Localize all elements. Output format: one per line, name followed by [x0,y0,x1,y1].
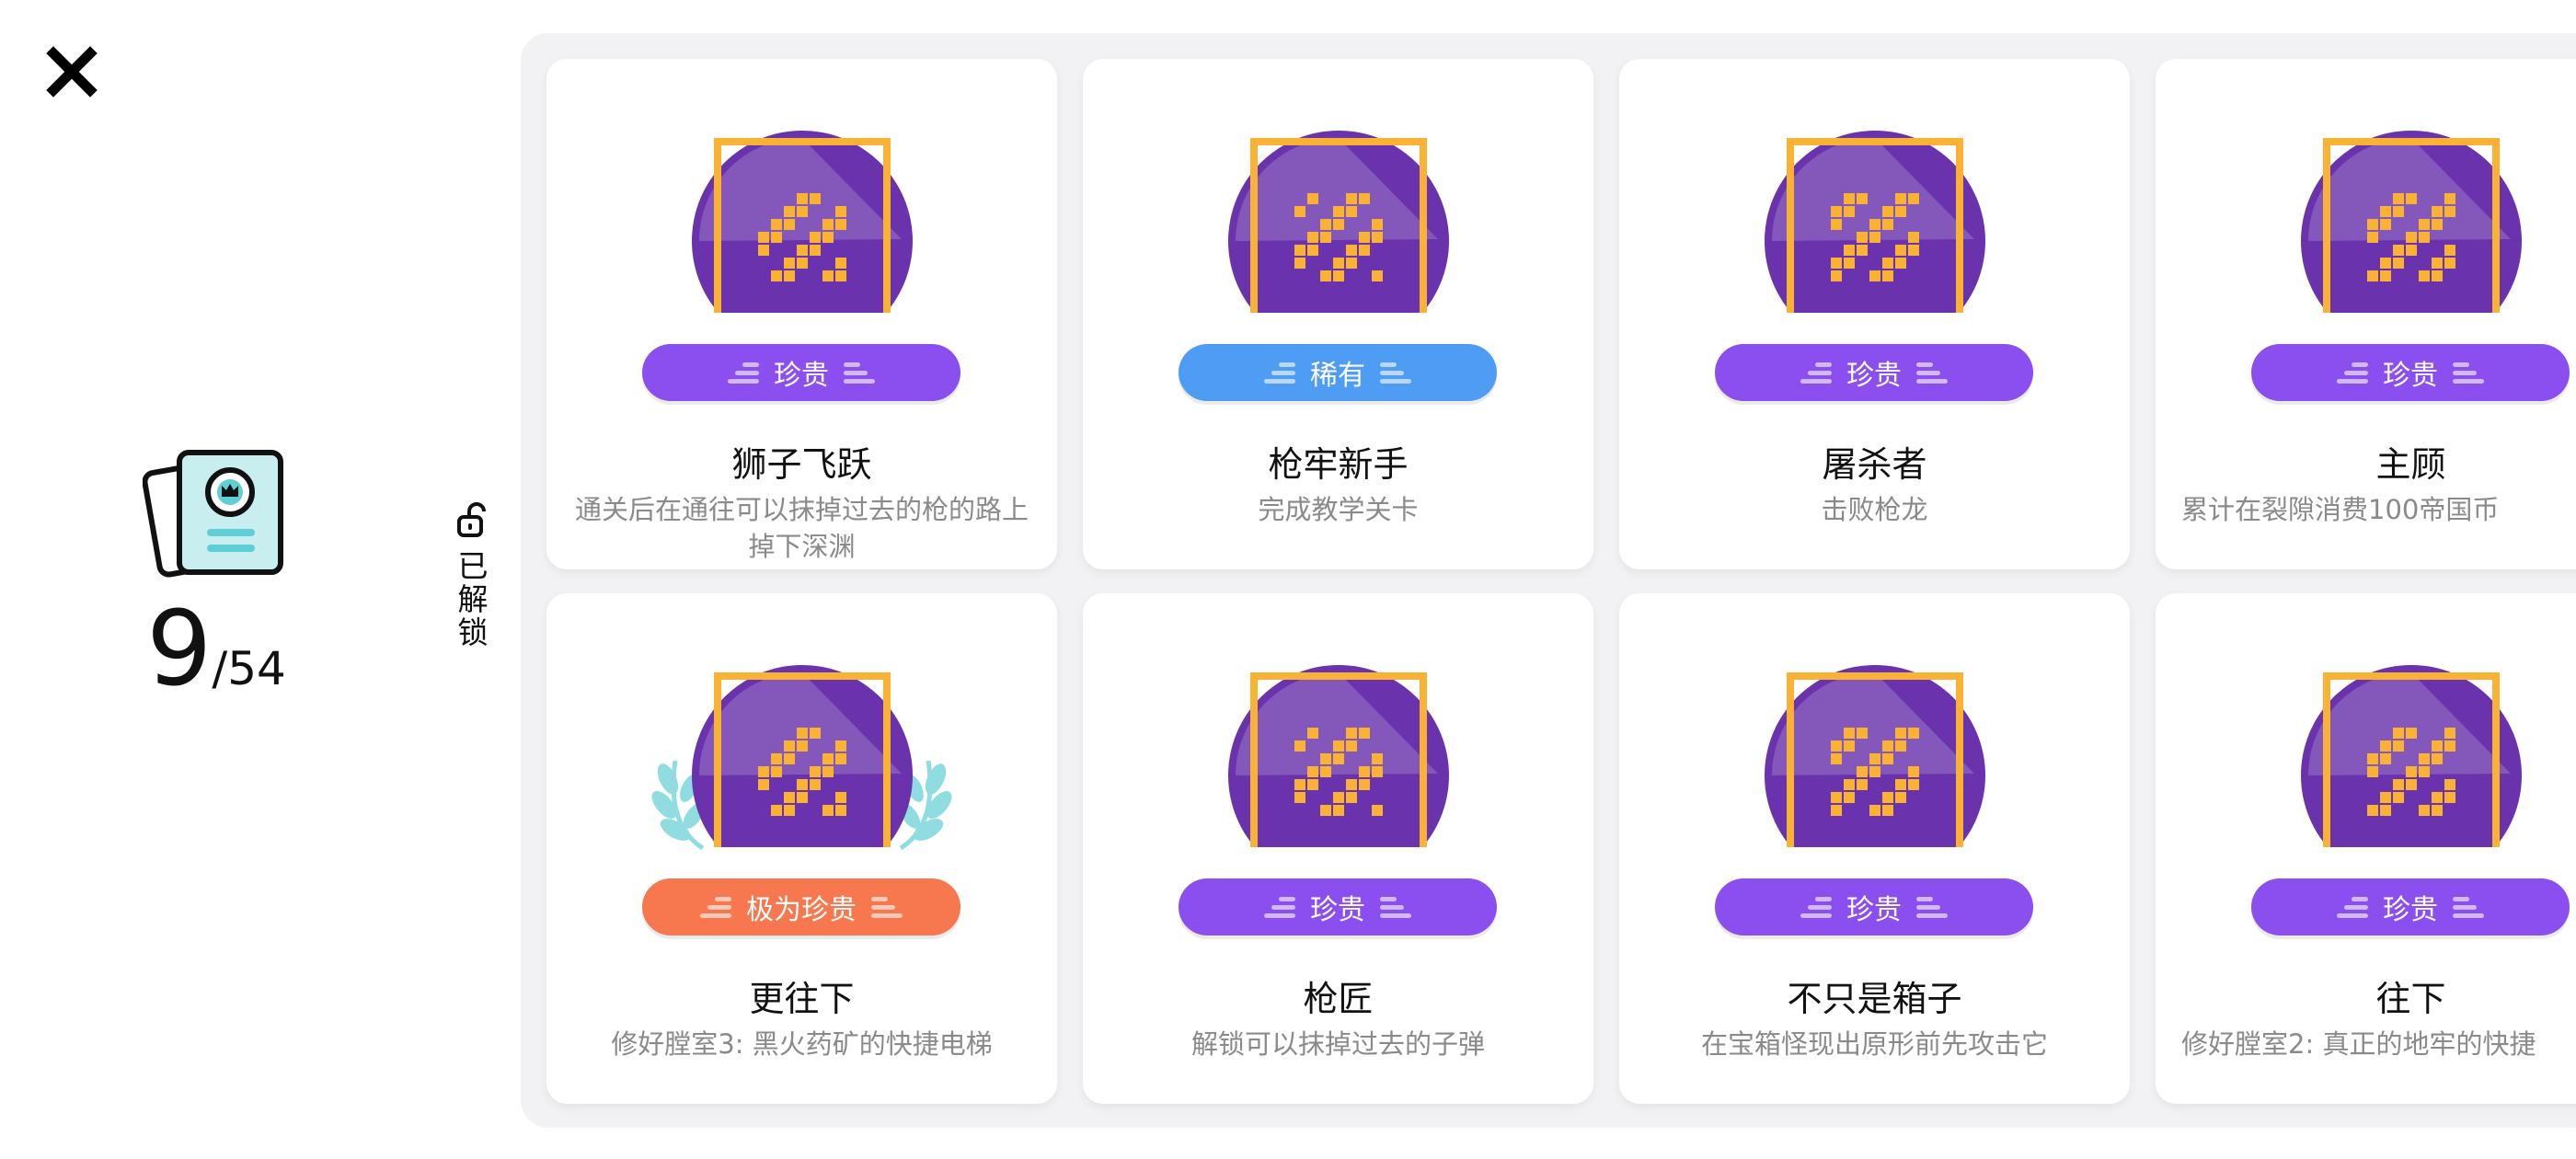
rarity-label: 珍贵 [1310,894,1365,926]
achievement-card[interactable]: 稀有枪牢新手完成教学关卡 [1083,59,1593,569]
achievement-title: 主顾 [2375,444,2446,485]
bullet-smith-icon [1227,665,1449,847]
stripes-icon [1380,896,1411,918]
rarity-badge: 稀有 [1179,344,1497,401]
achievement-title: 狮子飞跃 [731,444,872,485]
achievement-card[interactable]: 珍贵往下修好膛室2: 真正的地牢的快捷 [2156,593,2576,1104]
rarity-badge: 珍贵 [1715,878,2033,935]
badge-area [1619,129,2130,313]
achievement-description: 在宝箱怪现出原形前先攻击它 [1700,1028,2048,1060]
achievement-description: 击败枪龙 [1821,494,1928,525]
achievement-description: 通关后在通往可以抹掉过去的枪的路上掉下深渊 [574,494,1029,562]
stripes-icon [2337,896,2368,918]
achievement-card[interactable]: 珍贵主顾累计在裂隙消费100帝国币 [2156,59,2576,569]
badge-area [1083,663,1593,847]
badge-area [546,129,1057,313]
stripes-icon [2453,361,2484,384]
badge-area [546,663,1057,851]
rarity-label: 珍贵 [2383,360,2438,392]
rarity-label: 稀有 [1310,360,1365,392]
rarity-label: 珍贵 [774,360,829,392]
rarity-badge: 珍贵 [1715,344,2033,401]
badge-area [2156,129,2576,313]
rarity-badge: 珍贵 [642,344,960,401]
achievement-collection-icon [143,450,283,578]
achievement-title: 往下 [2375,979,2446,1019]
rarity-badge: 极为珍贵 [642,878,960,935]
badge-area [1619,663,2130,847]
achievement-title: 更往下 [749,979,855,1019]
achievement-card[interactable]: 珍贵不只是箱子在宝箱怪现出原形前先攻击它 [1619,593,2130,1104]
mimic-chest-icon [1764,665,1985,847]
rarity-badge: 珍贵 [2251,878,2570,935]
rarity-badge: 珍贵 [2251,344,2570,401]
stripes-icon [700,896,731,918]
filter-unlocked-tab[interactable]: 已解锁 [451,502,495,649]
achievement-title: 枪匠 [1303,979,1374,1019]
achievement-description: 完成教学关卡 [1258,494,1419,525]
badge-area [1083,129,1593,313]
achievement-title: 不只是箱子 [1787,979,1962,1019]
achievement-grid-panel[interactable]: 珍贵 狮子飞跃 通关后在通往可以抹掉过去的枪的路上掉下深渊 稀有 枪牢新手 完成教学关卡珍… [521,33,2576,1128]
stripes-icon [1264,896,1295,918]
achievement-title: 枪牢新手 [1268,444,1409,485]
stripes-icon [728,361,759,384]
rarity-label: 珍贵 [2383,894,2438,926]
stripes-icon [2453,896,2484,918]
stripes-icon [2337,361,2368,384]
achievement-description: 累计在裂隙消费100帝国币 [2181,494,2500,525]
rarity-badge: 珍贵 [1179,878,1497,935]
achievement-card[interactable]: 极为珍贵更往下修好膛室3: 黑火药矿的快捷电梯 [546,593,1057,1104]
achievement-card[interactable]: 珍贵枪匠解锁可以抹掉过去的子弹 [1083,593,1593,1104]
achievement-grid: 珍贵 狮子飞跃 通关后在通往可以抹掉过去的枪的路上掉下深渊 稀有 枪牢新手 完成教学关卡珍… [546,59,2576,1104]
rarity-label: 珍贵 [1846,894,1902,926]
achievement-card[interactable]: 珍贵狮子飞跃通关后在通往可以抹掉过去的枪的路上掉下深渊 [546,59,1057,569]
close-icon[interactable] [44,44,99,99]
achievement-description: 修好膛室3: 黑火药矿的快捷电梯 [611,1028,993,1060]
stripes-icon [1264,361,1295,384]
achievement-summary: 9/54 [110,442,322,701]
stripes-icon [871,896,903,918]
unlock-counter: 9/54 [110,598,322,701]
lion-leap-icon [691,131,913,313]
hunter-portrait-icon [1227,131,1449,313]
stripes-icon [1800,896,1832,918]
achievement-description: 解锁可以抹掉过去的子弹 [1190,1028,1485,1060]
filter-label: 已解锁 [457,548,489,650]
counter-separator: / [212,642,228,695]
coin-stack-icon [2300,131,2522,313]
achievement-title: 屠杀者 [1822,444,1927,485]
elevator-icon [691,665,913,847]
stripes-icon [1380,361,1411,384]
elevator-down-icon [2300,665,2522,847]
rarity-label: 珍贵 [1846,360,1902,392]
unlock-icon [457,502,486,537]
total-count: 54 [227,642,286,695]
achievement-description: 修好膛室2: 真正的地牢的快捷 [2181,1028,2536,1060]
rarity-label: 极为珍贵 [746,894,857,926]
stripes-icon [844,361,875,384]
unlocked-count: 9 [146,590,213,709]
stripes-icon [1916,896,1948,918]
dragon-skull-icon [1764,131,1985,313]
achievement-card[interactable]: 珍贵 屠杀者 击败枪龙 [1619,59,2130,569]
stripes-icon [1800,361,1832,384]
stripes-icon [1916,361,1948,384]
badge-area [2156,663,2576,847]
